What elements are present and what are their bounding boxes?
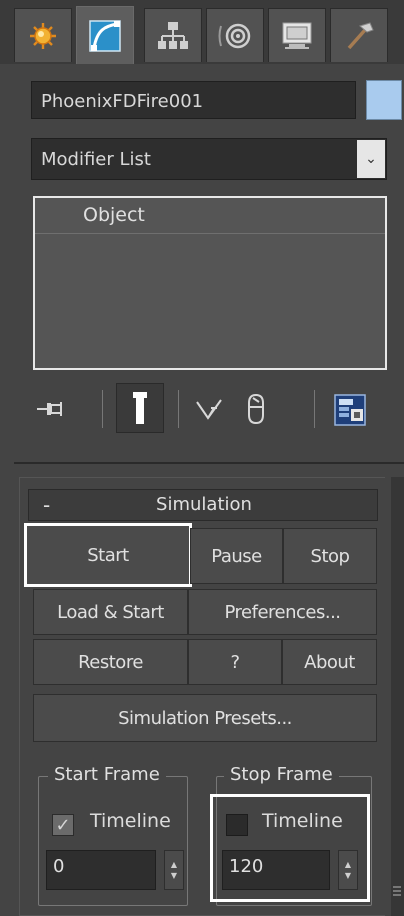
preferences-button[interactable]: Preferences... <box>188 589 377 635</box>
stop-frame-title: Stop Frame <box>224 764 339 785</box>
start-frame-input[interactable]: 0 <box>46 850 156 890</box>
tab-utilities[interactable] <box>330 8 388 62</box>
panel-scrollbar[interactable] <box>391 477 404 916</box>
load-and-start-button[interactable]: Load & Start <box>33 589 188 635</box>
tab-hierarchy[interactable] <box>144 8 202 62</box>
display-monitor-icon <box>282 22 312 49</box>
spinner-up-icon: ▲ <box>344 860 352 869</box>
stop-timeline-label: Timeline <box>262 810 343 832</box>
start-button[interactable]: Start <box>24 523 192 587</box>
spinner-down-icon: ▼ <box>170 871 178 880</box>
object-name-field[interactable]: PhoenixFDFire001 <box>31 81 356 119</box>
start-frame-spinner[interactable]: ▲ ▼ <box>164 850 184 890</box>
restore-button[interactable]: Restore <box>33 639 188 685</box>
start-timeline-label: Timeline <box>90 810 171 832</box>
modify-curve-icon <box>89 19 121 52</box>
checkmark-icon: ✓ <box>55 814 71 836</box>
configure-modifier-sets-button[interactable] <box>328 388 372 432</box>
pin-stack-button[interactable] <box>28 386 72 432</box>
toolbar-divider <box>178 390 179 428</box>
stop-frame-input[interactable]: 120 <box>222 850 330 890</box>
stack-item-object[interactable]: Object <box>35 200 385 234</box>
panel-divider <box>14 462 404 464</box>
simulation-rollout-header[interactable]: - Simulation <box>28 489 378 521</box>
start-timeline-checkbox[interactable]: ✓ <box>52 814 74 836</box>
tab-display[interactable] <box>268 8 326 62</box>
stop-button[interactable]: Stop <box>283 528 377 584</box>
spinner-up-icon: ▲ <box>170 860 178 869</box>
spinner-down-icon: ▼ <box>344 871 352 880</box>
command-panel-tabs <box>0 0 404 64</box>
tab-create[interactable] <box>14 8 72 62</box>
pin-stack-icon <box>37 402 62 416</box>
scrollbar-grip[interactable] <box>393 886 401 898</box>
stop-frame-spinner[interactable]: ▲ ▼ <box>338 850 358 890</box>
sun-icon <box>30 22 56 49</box>
rollout-title: Simulation <box>156 494 252 515</box>
simulation-presets-button[interactable]: Simulation Presets... <box>33 694 377 742</box>
start-frame-title: Start Frame <box>48 764 166 785</box>
make-unique-icon <box>196 399 222 420</box>
show-end-result-icon <box>133 392 147 424</box>
stop-timeline-checkbox[interactable] <box>226 814 248 836</box>
tab-modify[interactable] <box>76 6 134 64</box>
modifier-list-dropdown[interactable]: Modifier List <box>31 138 387 180</box>
show-end-result-button[interactable] <box>116 383 164 433</box>
hammer-icon <box>347 21 374 49</box>
object-color-swatch[interactable] <box>366 80 402 120</box>
tab-motion[interactable] <box>206 8 264 62</box>
modifier-list-label: Modifier List <box>41 149 151 170</box>
toolbar-divider <box>314 390 315 428</box>
about-button[interactable]: About <box>282 639 377 685</box>
pause-button[interactable]: Pause <box>190 528 283 584</box>
remove-modifier-button[interactable] <box>236 386 276 432</box>
configure-modifier-sets-icon <box>334 394 366 426</box>
chevron-down-icon[interactable]: ⌄ <box>357 140 385 178</box>
remove-modifier-icon <box>248 393 264 425</box>
hierarchy-icon <box>158 21 188 49</box>
make-unique-button[interactable] <box>190 388 228 430</box>
motion-icon <box>218 23 251 48</box>
help-button[interactable]: ? <box>188 639 282 685</box>
toolbar-divider <box>102 390 103 428</box>
